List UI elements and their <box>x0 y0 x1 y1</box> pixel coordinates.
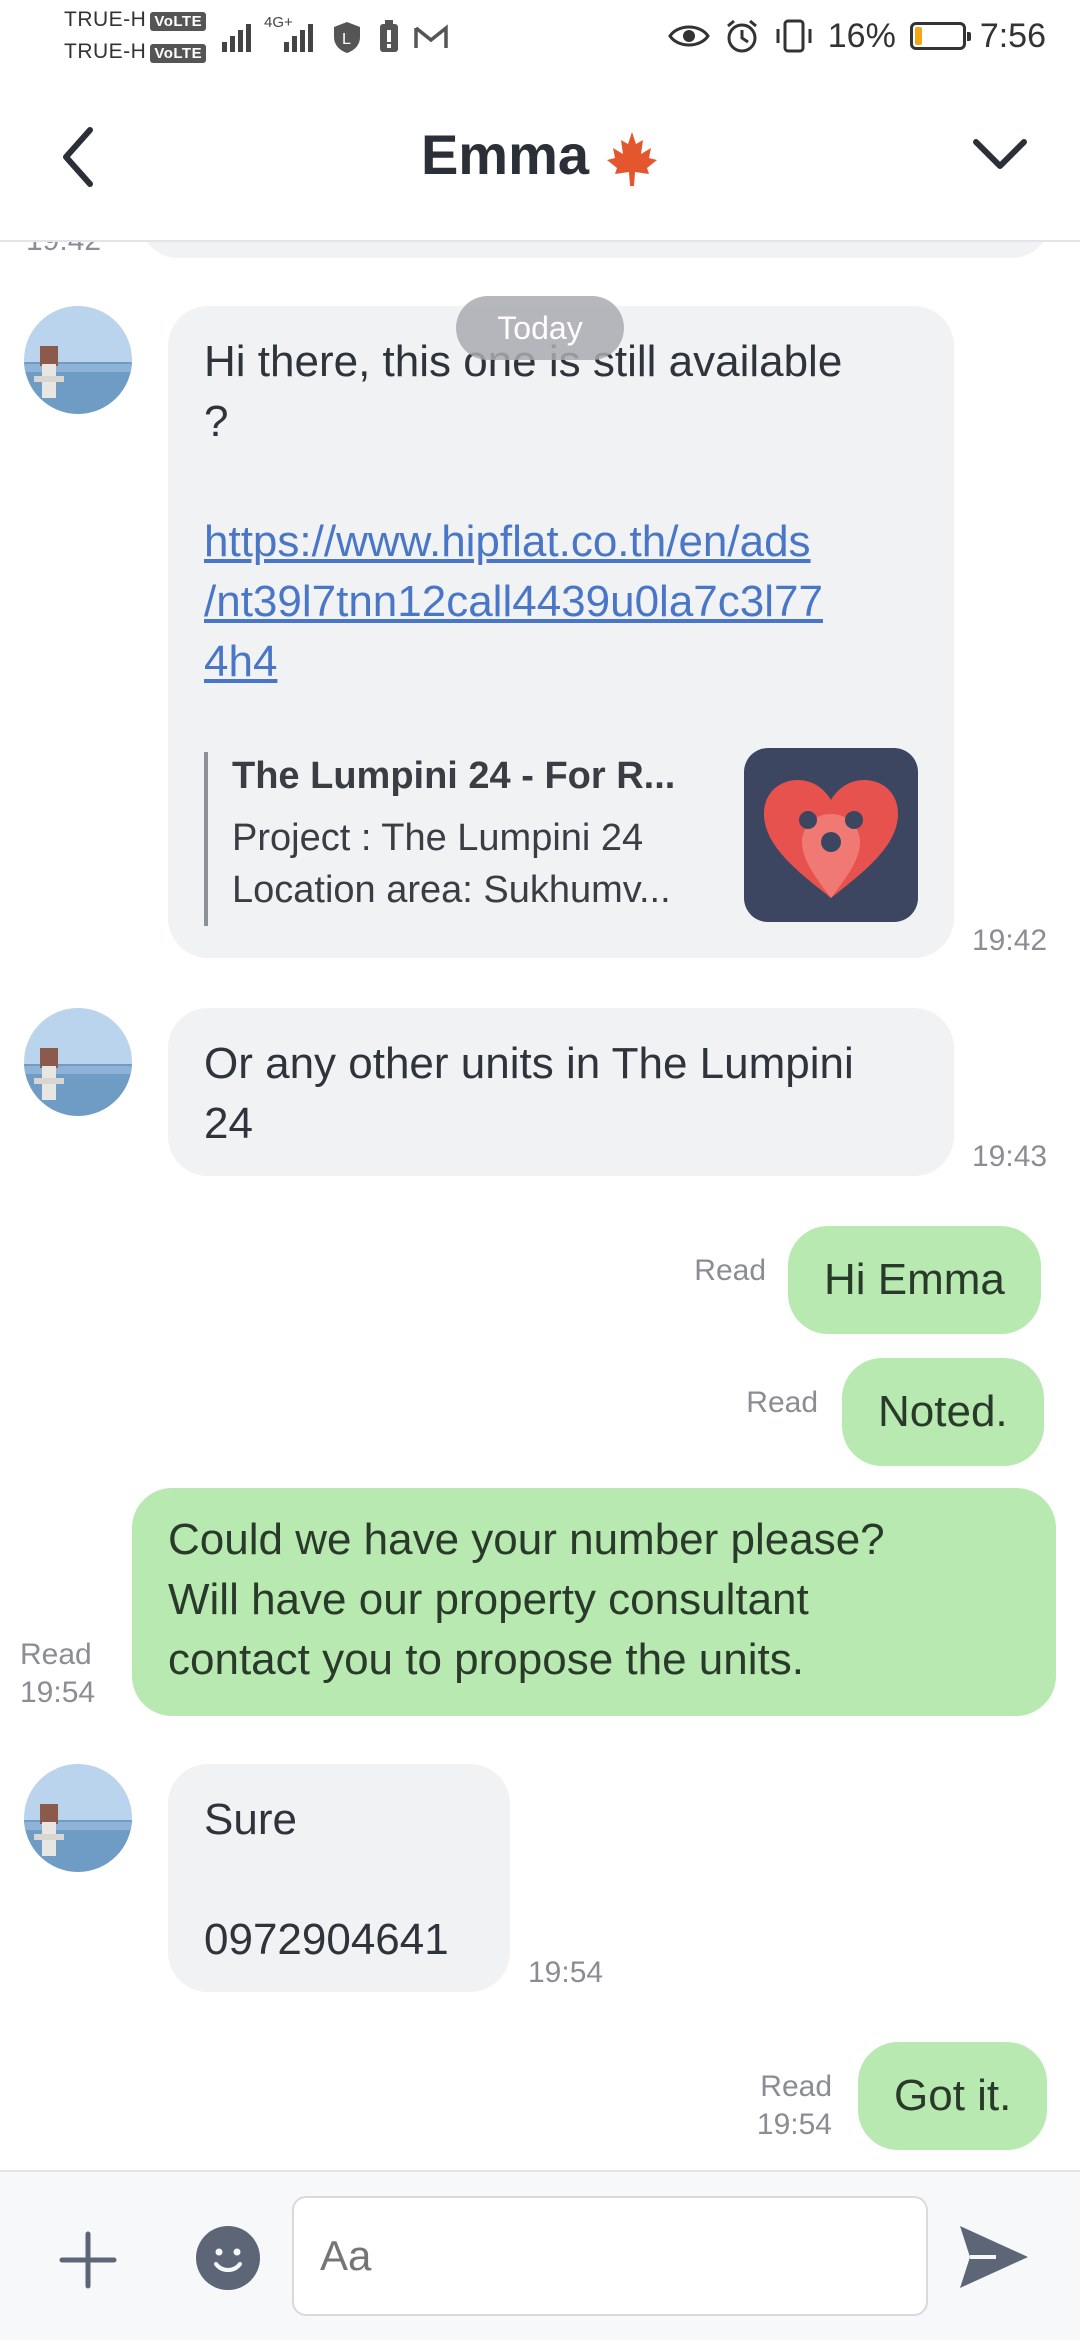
link-preview-card[interactable]: The Lumpini 24 - For R... Project : The … <box>204 748 918 928</box>
shield-icon: L <box>334 22 360 53</box>
eye-icon <box>667 25 710 47</box>
message-text: Noted. <box>878 1387 1008 1436</box>
battery-icon <box>909 22 971 50</box>
carrier-2: TRUE-H VoLTE <box>64 40 207 64</box>
message-text: ? <box>204 397 229 446</box>
avatar[interactable] <box>24 306 132 414</box>
battery-percent: 16% <box>827 16 896 55</box>
preview-line: Project : The Lumpini 24 <box>232 817 644 859</box>
message-bubble-incoming[interactable]: Hi there, this one is still available ? … <box>168 306 954 958</box>
hipflat-heart-pin-icon <box>744 748 918 922</box>
read-status: Read 19:54 <box>20 1638 96 1709</box>
message-text: Could we have your number please? <box>168 1515 885 1564</box>
message-text: 24 <box>204 1099 253 1148</box>
message-text: Will have our property consultant <box>168 1575 809 1624</box>
preview-accent-bar <box>204 752 208 926</box>
status-right: 16% 7:56 <box>667 16 1046 56</box>
phone-number[interactable]: 0972904641 <box>204 1910 474 1970</box>
message-bubble-incoming[interactable]: Or any other units in The Lumpini 24 <box>168 1008 954 1176</box>
signal-icon <box>222 24 251 52</box>
contact-name: Emma <box>420 123 590 186</box>
composer-bar <box>0 2170 1080 2340</box>
read-status: Read 19:54 <box>756 2070 832 2141</box>
message-text <box>204 1850 474 1910</box>
emoji-icon[interactable] <box>196 2226 260 2290</box>
message-bubble-outgoing[interactable]: Noted. <box>842 1358 1044 1466</box>
chevron-down-icon[interactable] <box>970 134 1030 174</box>
message-list[interactable]: 19:42 Today Hi there, this one is still … <box>0 242 1080 2170</box>
message-bubble-outgoing[interactable]: Could we have your number please? Will h… <box>132 1488 1056 1716</box>
message-text: Sure <box>204 1795 297 1844</box>
maple-leaf-icon <box>607 132 658 187</box>
message-time: 19:43 <box>972 1140 1048 1173</box>
message-text: Got it. <box>894 2071 1012 2120</box>
message-bubble-incoming[interactable]: Sure 0972904641 <box>168 1764 510 1992</box>
preview-title: The Lumpini 24 - For R... <box>232 755 676 797</box>
date-divider: Today <box>456 296 624 360</box>
chat-title: Emma <box>0 122 1080 188</box>
send-icon[interactable] <box>956 2222 1032 2292</box>
read-status: Read <box>746 1386 818 1419</box>
plus-icon[interactable] <box>56 2228 120 2292</box>
message-time: 19:42 <box>26 242 101 258</box>
battery-alert-icon <box>380 20 398 52</box>
chat-header: Emma <box>0 78 1080 242</box>
message-link[interactable]: https://www.hipflat.co.th/en/ads /nt39l7… <box>204 512 918 692</box>
gmail-icon <box>414 24 448 48</box>
message-text: Hi Emma <box>824 1255 1005 1304</box>
read-status: Read <box>694 1254 766 1287</box>
message-bubble-outgoing[interactable]: Got it. <box>858 2042 1048 2150</box>
clock: 7:56 <box>979 16 1046 55</box>
avatar[interactable] <box>24 1008 132 1116</box>
carrier-1: TRUE-H VoLTE <box>64 8 207 32</box>
avatar[interactable] <box>24 1764 132 1872</box>
svg-text:L: L <box>342 31 351 48</box>
preview-line: Location area: Sukhumv... <box>232 869 671 911</box>
message-text: contact you to propose the units. <box>168 1635 804 1684</box>
message-text: Or any other units in The Lumpini <box>204 1039 854 1088</box>
message-time: 19:42 <box>972 924 1048 957</box>
message-input[interactable] <box>292 2196 928 2316</box>
signal-icon-2 <box>284 24 313 52</box>
message-time: 19:54 <box>528 1956 604 1989</box>
vibrate-icon <box>776 19 812 53</box>
status-bar: TRUE-H VoLTE TRUE-H VoLTE 4G+ L 16% 7:56 <box>0 0 1080 78</box>
alarm-icon <box>726 19 757 53</box>
message-bubble-outgoing[interactable]: Hi Emma <box>788 1226 1041 1334</box>
previous-message-bubble <box>140 242 1050 258</box>
